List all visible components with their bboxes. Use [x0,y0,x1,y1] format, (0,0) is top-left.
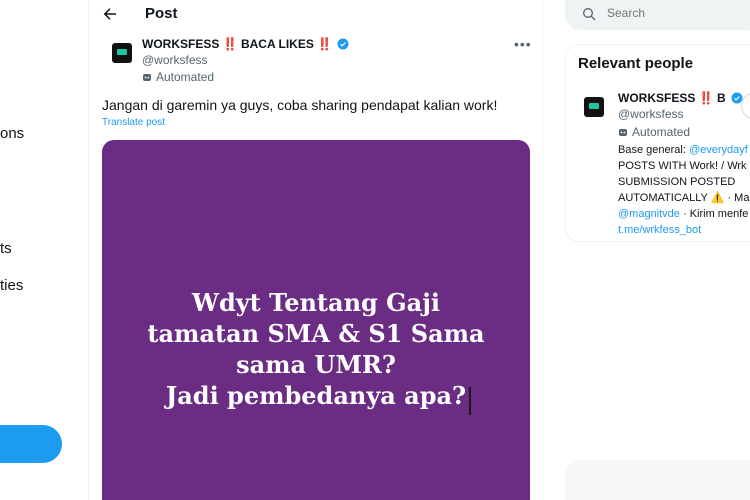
bio-text: POSTS WITH Work! / Wrk [618,160,747,172]
worksfess-logo-icon [584,97,604,117]
automated-text: Automated [632,125,691,139]
bio-text: SUBMISSION POSTED [618,176,736,188]
avatar[interactable] [582,95,606,119]
bio-line: Base general: @everydayf [618,142,750,158]
nav-item-notifications[interactable]: ons [0,125,24,142]
post-media-image[interactable]: Wdyt Tentang Gaji tamatan SMA & S1 Sama … [102,140,530,500]
person-name[interactable]: WORKSFESS ‼️ B [618,91,743,105]
back-arrow-icon[interactable] [101,5,119,23]
right-sidebar: Relevant people WORKSFESS ‼️ B @worksfes… [543,0,750,500]
bio-text: Base general: [618,144,689,156]
author-name[interactable]: WORKSFESS ‼️ BACA LIKES ‼️ [142,37,349,51]
person-handle[interactable]: @worksfess [618,107,684,121]
avatar[interactable] [109,40,135,66]
search-bar[interactable] [565,0,750,30]
bot-icon [619,129,627,136]
author-handle[interactable]: @worksfess [142,53,208,67]
search-icon [583,8,596,21]
bio-link[interactable]: @everydayf [689,144,748,156]
bio-line: t.me/wrkfess_bot [618,222,750,238]
bio-link[interactable]: @magnitvde [618,208,680,220]
post-header: Post [89,0,544,30]
verified-badge-icon [337,38,349,50]
person-name-text[interactable]: WORKSFESS ‼️ B [618,91,726,105]
nav-item-communities[interactable]: ties [0,277,23,294]
trends-panel [565,460,750,500]
main-column: Post WORKSFESS ‼️ BACA LIKES ‼️ @worksfe… [88,0,543,500]
search-input[interactable] [607,6,750,20]
worksfess-logo-icon [112,43,132,63]
automated-text: Automated [156,70,215,84]
bio-line: POSTS WITH Work! / Wrk [618,158,750,174]
bio-link[interactable]: t.me/wrkfess_bot [618,224,701,236]
bot-icon [143,74,151,81]
automated-label: Automated [142,70,214,84]
nav-item-lists[interactable]: ts [0,240,12,257]
text-cursor [469,387,471,415]
bio-text: AUTOMATICALLY ⚠️ · Ma [618,192,750,204]
translate-post-link[interactable]: Translate post [102,117,165,128]
automated-label: Automated [618,125,690,139]
bio-text: · Kirim menfe [679,208,749,220]
post-button[interactable] [0,425,62,463]
media-text: Wdyt Tentang Gaji tamatan SMA & S1 Sama … [147,288,485,410]
relevant-people-title: Relevant people [578,55,694,72]
relevant-people-panel: Relevant people WORKSFESS ‼️ B @worksfes… [565,44,750,242]
bio-line: @magnitvde · Kirim menfe [618,206,750,222]
author-name-text[interactable]: WORKSFESS ‼️ BACA LIKES ‼️ [142,37,332,51]
post-text: Jangan di garemin ya guys, coba sharing … [102,97,498,113]
person-bio: Base general: @everydayf POSTS WITH Work… [618,142,750,238]
page-title: Post [145,5,178,22]
more-options-icon[interactable]: ••• [514,36,532,52]
bio-line: SUBMISSION POSTED [618,174,750,190]
bio-line: AUTOMATICALLY ⚠️ · Ma [618,190,750,206]
left-navigation: ons ts ties [0,0,88,500]
